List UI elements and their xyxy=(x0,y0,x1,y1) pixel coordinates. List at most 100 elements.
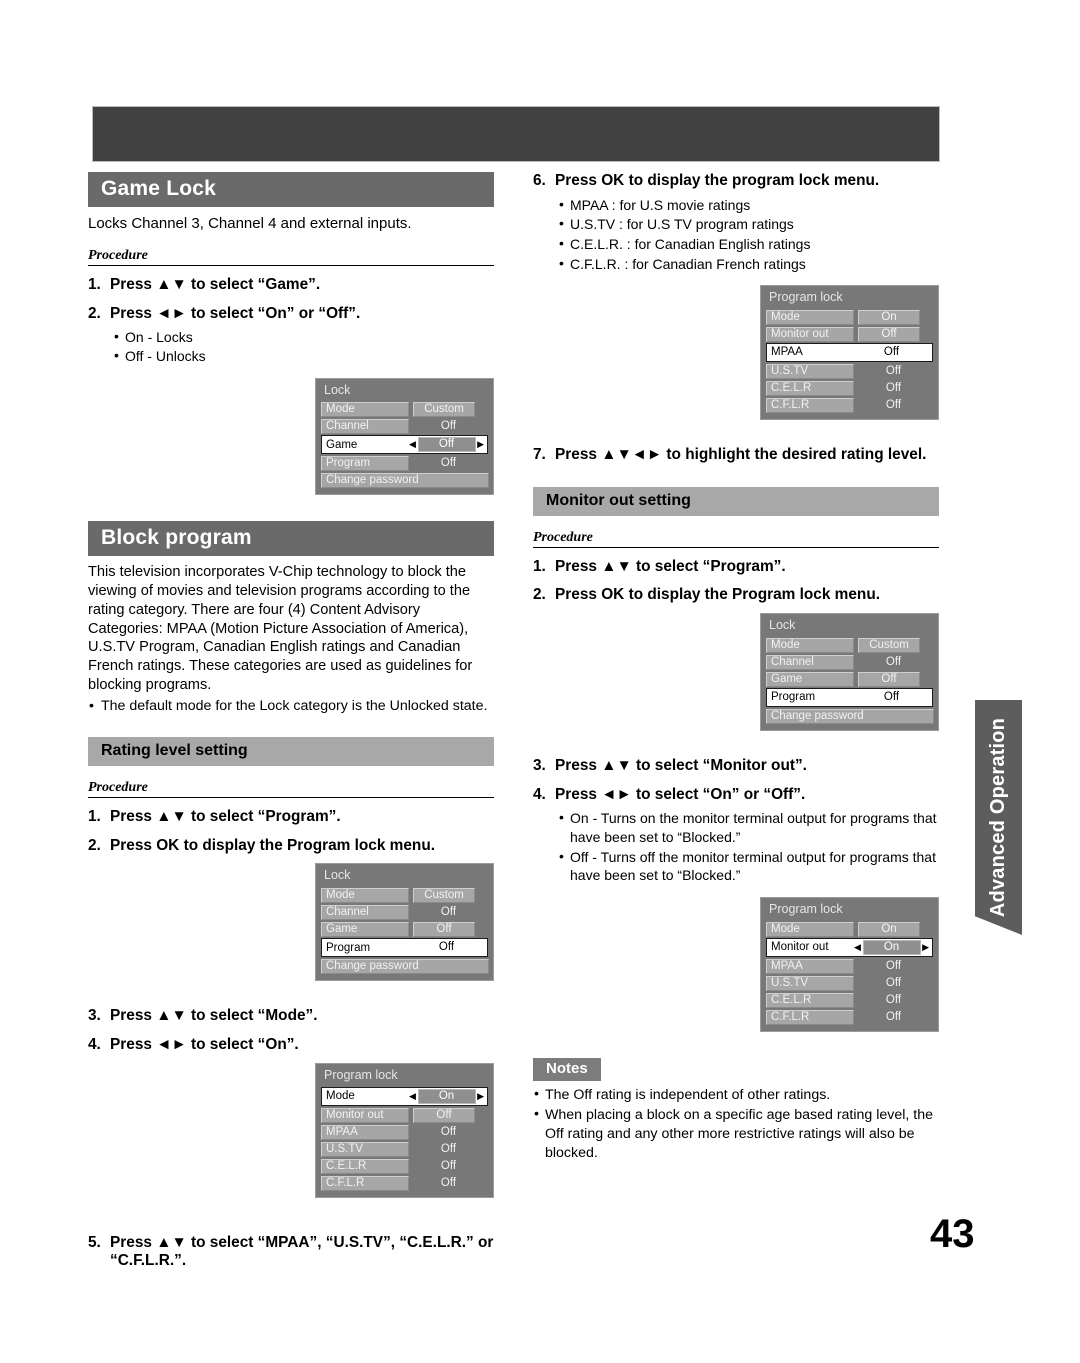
osd-row-label: U.S.TV xyxy=(766,975,854,991)
osd-row-celr[interactable]: C.E.L.R Off xyxy=(766,992,933,1008)
osd-row-valuewrap: Custom xyxy=(854,637,933,653)
right-arrow-icon[interactable]: ▶ xyxy=(477,440,484,449)
osd-row-valuewrap: Off xyxy=(409,1142,488,1157)
osd-menu-program-lock-monitor-out[interactable]: Program lock Mode On Monitor out ◀ On ▶ … xyxy=(760,896,939,1032)
osd-row-label: Program xyxy=(771,691,816,704)
osd-row-label: Mode xyxy=(321,888,409,904)
osd-row-monitor-out-selected[interactable]: Monitor out ◀ On ▶ xyxy=(766,937,933,957)
osd-row-valuewrap: Off xyxy=(409,456,488,471)
side-tab-label: Advanced Operation xyxy=(987,717,1009,918)
notes-block: Notes The Off rating is independent of o… xyxy=(533,1057,939,1163)
monitor-out-bullets: On - Turns on the monitor terminal outpu… xyxy=(558,808,939,885)
osd-row-value: Off xyxy=(883,345,900,358)
osd-row-value: Off xyxy=(440,1125,457,1138)
osd-row-monitor-out[interactable]: Monitor out Off xyxy=(766,326,933,342)
osd-row-label: Game xyxy=(326,438,358,451)
procedure-label-game-lock: Procedure xyxy=(88,240,494,266)
osd-row-channel[interactable]: Channel Off xyxy=(766,654,933,670)
step6-bullets: MPAA : for U.S movie ratings U.S.TV : fo… xyxy=(558,195,939,273)
osd-row-valuewrap: Custom xyxy=(409,888,488,904)
osd-menu-lock-game[interactable]: Lock Mode Custom Channel Off Game ◀ Off … xyxy=(315,377,494,496)
osd-row-value: Off xyxy=(858,326,920,342)
osd-row-label: Channel xyxy=(321,905,409,921)
osd-row-value: Off xyxy=(440,1176,457,1189)
osd-row-mode[interactable]: Mode On xyxy=(766,921,933,937)
osd-row-cflr[interactable]: C.F.L.R Off xyxy=(321,1175,488,1191)
osd-row-mpaa[interactable]: MPAA Off xyxy=(321,1124,488,1140)
osd-row-game[interactable]: Game Off xyxy=(321,922,488,938)
osd-row-value: Off xyxy=(885,993,902,1006)
osd-row-celr[interactable]: C.E.L.R Off xyxy=(766,380,933,396)
osd-row-mpaa-selected[interactable]: MPAA Off xyxy=(766,342,933,362)
step-item: 4. Press ◄► to select “On” or “Off”. xyxy=(533,786,939,805)
osd-title: Program lock xyxy=(324,1067,398,1082)
game-lock-bullets: On - Locks Off - Unlocks xyxy=(113,327,494,365)
list-item: U.S.TV : for U.S TV program ratings xyxy=(558,214,939,234)
osd-menu-lock-program[interactable]: Lock Mode Custom Channel Off Game Off Pr… xyxy=(315,863,494,982)
osd-row-label: U.S.TV xyxy=(321,1141,409,1157)
osd-row-game-selected[interactable]: Game ◀ Off ▶ xyxy=(321,435,488,455)
osd-row-game[interactable]: Game Off xyxy=(766,671,933,687)
notes-list: The Off rating is independent of other r… xyxy=(533,1085,939,1163)
osd-row-program-selected[interactable]: Program Off xyxy=(321,938,488,958)
osd-row-channel[interactable]: Channel Off xyxy=(321,419,488,435)
step-number: 7. xyxy=(533,445,546,463)
osd-row-valuewrap: ◀ On ▶ xyxy=(851,939,932,955)
osd-row-label: MPAA xyxy=(766,958,854,974)
osd-row-label: Game xyxy=(766,671,854,687)
left-arrow-icon[interactable]: ◀ xyxy=(854,942,861,952)
step-item: 2. Press OK to display the Program lock … xyxy=(88,837,494,856)
osd-row-valuewrap: Off xyxy=(854,1010,933,1025)
left-arrow-icon[interactable]: ◀ xyxy=(409,440,416,449)
osd-title: Lock xyxy=(769,618,796,633)
osd-row-mode[interactable]: Mode On xyxy=(766,309,933,325)
osd-row-celr[interactable]: C.E.L.R Off xyxy=(321,1158,488,1174)
right-arrow-icon[interactable]: ▶ xyxy=(922,942,929,952)
osd-row-cflr[interactable]: C.F.L.R Off xyxy=(766,397,933,413)
block-program-paragraph: This television incorporates V-Chip tech… xyxy=(88,564,473,693)
osd-row-channel[interactable]: Channel Off xyxy=(321,905,488,921)
osd-row-change-password[interactable]: Change password xyxy=(321,473,489,489)
osd-row-valuewrap: Off xyxy=(854,655,933,670)
osd-row-valuewrap: Off xyxy=(409,1125,488,1140)
list-item: When placing a block on a specific age b… xyxy=(533,1105,939,1163)
osd-row-program-selected[interactable]: Program Off xyxy=(766,687,933,707)
osd-row-label: MPAA xyxy=(771,346,803,359)
osd-row-ustv[interactable]: U.S.TV Off xyxy=(766,975,933,991)
osd-row-monitor-out[interactable]: Monitor out Off xyxy=(321,1107,488,1123)
step-text: Press ▲▼ to select “Mode”. xyxy=(110,1007,318,1025)
osd-menu-program-lock-mpaa[interactable]: Program lock Mode On Monitor out Off MPA… xyxy=(760,285,939,420)
osd-row-value: Off xyxy=(885,398,902,411)
osd-row-program[interactable]: Program Off xyxy=(321,456,488,472)
list-item: On - Locks xyxy=(113,327,494,347)
step-text: Press ▲▼◄► to highlight the desired rati… xyxy=(555,445,927,463)
osd-menu-program-lock-mode[interactable]: Program lock Mode ◀ On ▶ Monitor out Off… xyxy=(315,1062,494,1198)
osd-row-value: Off xyxy=(413,922,475,938)
left-column: Game Lock Locks Channel 3, Channel 4 and… xyxy=(88,172,494,1271)
osd-row-change-password[interactable]: Change password xyxy=(321,959,489,975)
side-tab-advanced-operation: Advanced Operation xyxy=(975,700,1022,935)
osd-row-ustv[interactable]: U.S.TV Off xyxy=(321,1141,488,1157)
right-arrow-icon[interactable]: ▶ xyxy=(477,1091,484,1101)
notes-body: The Off rating is independent of other r… xyxy=(533,1085,939,1163)
osd-row-change-password[interactable]: Change password xyxy=(766,708,934,724)
osd-row-valuewrap: Off xyxy=(854,671,933,687)
osd-row-mpaa[interactable]: MPAA Off xyxy=(766,958,933,974)
step-text: Press ▲▼ to select “MPAA”, “U.S.TV”, “C.… xyxy=(110,1233,494,1270)
osd-row-value: Off xyxy=(885,364,902,377)
osd-menu-lock-program-2[interactable]: Lock Mode Custom Channel Off Game Off Pr… xyxy=(760,613,939,731)
osd-row-mode[interactable]: Mode Custom xyxy=(321,888,488,904)
osd-row-ustv[interactable]: U.S.TV Off xyxy=(766,363,933,379)
osd-row-valuewrap: Off xyxy=(854,381,933,396)
page-number: 43 xyxy=(930,1212,975,1256)
osd-row-mode[interactable]: Mode Custom xyxy=(321,402,488,418)
osd-row-mode[interactable]: Mode Custom xyxy=(766,637,933,653)
step-item: 5. Press ▲▼ to select “MPAA”, “U.S.TV”, … xyxy=(88,1234,494,1272)
osd-row-valuewrap: Off xyxy=(409,922,488,938)
osd-row-label: Change password xyxy=(321,473,489,489)
list-item: Off - Turns off the monitor terminal out… xyxy=(558,847,939,885)
step-number: 2. xyxy=(88,836,101,854)
osd-row-cflr[interactable]: C.F.L.R Off xyxy=(766,1009,933,1025)
osd-row-mode-selected[interactable]: Mode ◀ On ▶ xyxy=(321,1086,488,1106)
left-arrow-icon[interactable]: ◀ xyxy=(409,1091,416,1101)
